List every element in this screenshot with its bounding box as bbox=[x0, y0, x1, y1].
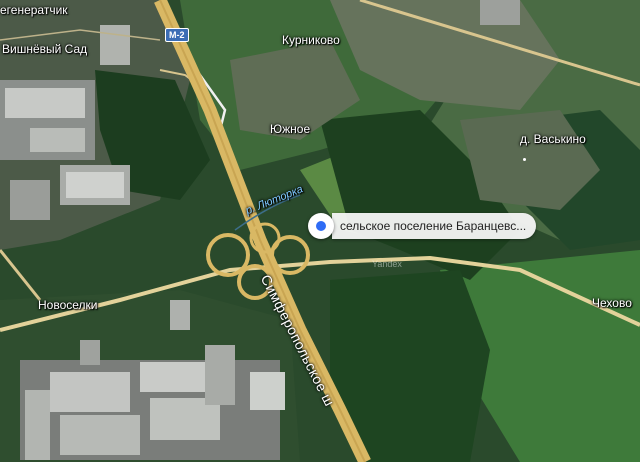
label-vaskino[interactable]: д. Васькино bbox=[520, 132, 586, 146]
village-dot-vaskino bbox=[523, 158, 526, 161]
label-chekhovo[interactable]: Чехово bbox=[592, 296, 632, 310]
label-vishnevy-sad[interactable]: Вишнёвый Сад bbox=[2, 42, 87, 56]
watermark: Yandex bbox=[372, 259, 402, 269]
location-pin-icon[interactable] bbox=[308, 213, 334, 239]
label-yuzhnoe[interactable]: Южное bbox=[270, 122, 310, 136]
pin-dot bbox=[316, 221, 326, 231]
label-kurnikovo[interactable]: Курниково bbox=[282, 33, 340, 47]
label-novoselki[interactable]: Новоселки bbox=[38, 298, 97, 312]
selected-place-callout[interactable]: сельское поселение Баранцевс... bbox=[332, 213, 537, 239]
label-generatorchik[interactable]: егенератчик bbox=[0, 3, 68, 17]
highway-shield-m2: М-2 bbox=[165, 28, 189, 42]
satellite-map[interactable]: егенератчик Вишнёвый Сад Курниково Южное… bbox=[0, 0, 640, 462]
